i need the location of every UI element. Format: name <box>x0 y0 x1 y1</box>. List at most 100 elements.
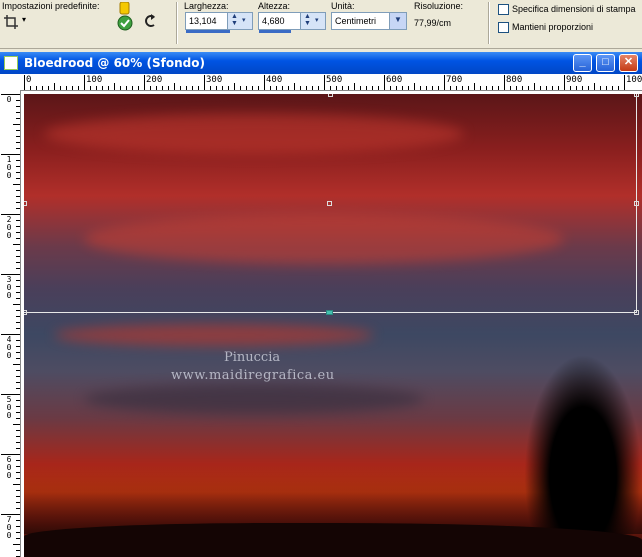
ruler-tick <box>228 86 229 90</box>
crop-handle-top[interactable] <box>328 94 333 97</box>
ruler-tick <box>168 86 169 90</box>
ruler-tick <box>564 75 565 90</box>
ruler-tick <box>240 86 241 90</box>
crop-handle-top-right[interactable] <box>634 94 639 97</box>
ruler-v-label: 400 <box>6 335 12 360</box>
ruler-tick <box>16 178 20 179</box>
ruler-tick <box>450 86 451 90</box>
ruler-tick <box>528 86 529 90</box>
ruler-tick <box>90 86 91 90</box>
ruler-corner <box>0 74 21 91</box>
ruler-tick <box>114 83 115 90</box>
ruler-tick <box>594 83 595 90</box>
ruler-h-label: 900 <box>566 75 583 85</box>
ruler-tick <box>516 86 517 90</box>
ruler-tick <box>294 83 295 90</box>
crop-handle-left[interactable] <box>24 201 27 206</box>
ruler-tick <box>420 86 421 90</box>
ruler-tick <box>16 496 20 497</box>
ruler-tick <box>16 148 20 149</box>
ruler-tick <box>42 86 43 90</box>
ruler-tick <box>16 208 20 209</box>
presets-dropdown-arrow[interactable]: ▾ <box>22 15 26 24</box>
ruler-tick <box>16 550 20 551</box>
close-button[interactable]: ✕ <box>619 54 638 72</box>
minimize-button[interactable]: _ <box>573 54 592 72</box>
crop-handle-bottom-right[interactable] <box>634 310 639 315</box>
ruler-tick <box>498 86 499 90</box>
ruler-tick <box>162 86 163 90</box>
height-field[interactable]: 4,680 ▲ ▼ ▾ <box>258 12 326 33</box>
ruler-tick <box>138 86 139 90</box>
ruler-v-label: 200 <box>6 215 12 240</box>
crop-handle-right[interactable] <box>634 201 639 206</box>
apply-crop-icon[interactable] <box>116 1 134 32</box>
ruler-tick <box>48 86 49 90</box>
ruler-tick <box>16 370 20 371</box>
ruler-tick <box>510 86 511 90</box>
tool-options-bar: Impostazioni predefinite: ▾ Larghezza: 1… <box>0 0 642 49</box>
ruler-tick <box>198 86 199 90</box>
width-field[interactable]: 13,104 ▲ ▼ ▾ <box>185 12 253 33</box>
height-label: Altezza: <box>258 1 291 11</box>
ruler-tick <box>16 508 20 509</box>
ruler-tick <box>16 346 20 347</box>
ruler-tick <box>13 424 20 425</box>
undo-icon[interactable] <box>142 13 158 29</box>
keep-proportions-checkbox[interactable] <box>498 22 509 33</box>
crop-icon[interactable] <box>4 15 18 29</box>
vertical-ruler: 0 100 200 300 400 500 600 700 <box>0 90 21 557</box>
ruler-tick <box>354 83 355 90</box>
width-slider-indicator <box>186 30 230 33</box>
presets-label: Impostazioni predefinite: <box>2 1 100 11</box>
ruler-tick <box>492 86 493 90</box>
ruler-tick <box>16 328 20 329</box>
ruler-v-label: 700 <box>6 515 12 540</box>
ruler-tick <box>13 364 20 365</box>
document-title: Bloedrood @ 60% (Sfondo) <box>24 56 205 70</box>
document-titlebar[interactable]: Bloedrood @ 60% (Sfondo) _ □ ✕ <box>0 52 642 74</box>
document-icon[interactable] <box>4 56 18 70</box>
ruler-tick <box>102 86 103 90</box>
ruler-tick <box>186 86 187 90</box>
ruler-tick <box>108 86 109 90</box>
ruler-tick <box>16 502 20 503</box>
ruler-tick <box>282 86 283 90</box>
height-spin-arrows[interactable]: ▲ ▼ ▾ <box>300 13 325 29</box>
ruler-h-label: 500 <box>326 75 343 85</box>
ruler-tick <box>96 86 97 90</box>
ruler-tick <box>312 86 313 90</box>
ruler-tick <box>120 86 121 90</box>
watermark-name: Pinuccia <box>224 350 281 365</box>
ruler-tick <box>438 86 439 90</box>
units-value: Centimetri <box>335 16 377 26</box>
ruler-h-label: 600 <box>386 75 403 85</box>
maximize-button[interactable]: □ <box>596 54 615 72</box>
chevron-down-icon[interactable]: ▼ <box>389 13 406 29</box>
crop-handle-center[interactable] <box>327 201 332 206</box>
document-window: Bloedrood @ 60% (Sfondo) _ □ ✕ 0 100 200 30… <box>0 52 642 557</box>
ruler-tick <box>16 490 20 491</box>
ruler-tick <box>318 86 319 90</box>
ruler-h-label: 400 <box>266 75 283 85</box>
print-dimensions-checkbox[interactable] <box>498 4 509 15</box>
ruler-tick <box>13 544 20 545</box>
image-canvas[interactable]: Pinuccia www.maidiregrafica.eu <box>24 94 642 557</box>
ruler-tick <box>16 280 20 281</box>
keep-proportions-label: Mantieni proporzioni <box>512 22 594 32</box>
ruler-tick <box>156 86 157 90</box>
ruler-tick <box>336 86 337 90</box>
units-select[interactable]: Centimetri ▼ <box>331 12 407 30</box>
crop-handle-bottom[interactable] <box>326 310 333 315</box>
ruler-tick <box>204 75 205 90</box>
watermark-url: www.maidiregrafica.eu <box>171 368 335 383</box>
width-spin-arrows[interactable]: ▲ ▼ ▾ <box>227 13 252 29</box>
ruler-tick <box>288 86 289 90</box>
ruler-tick <box>210 86 211 90</box>
ruler-tick <box>13 184 20 185</box>
ruler-tick <box>16 358 20 359</box>
crop-handle-bottom-left[interactable] <box>24 310 27 315</box>
ruler-tick <box>16 460 20 461</box>
ruler-tick <box>426 86 427 90</box>
ruler-h-label: 0 <box>26 75 32 85</box>
